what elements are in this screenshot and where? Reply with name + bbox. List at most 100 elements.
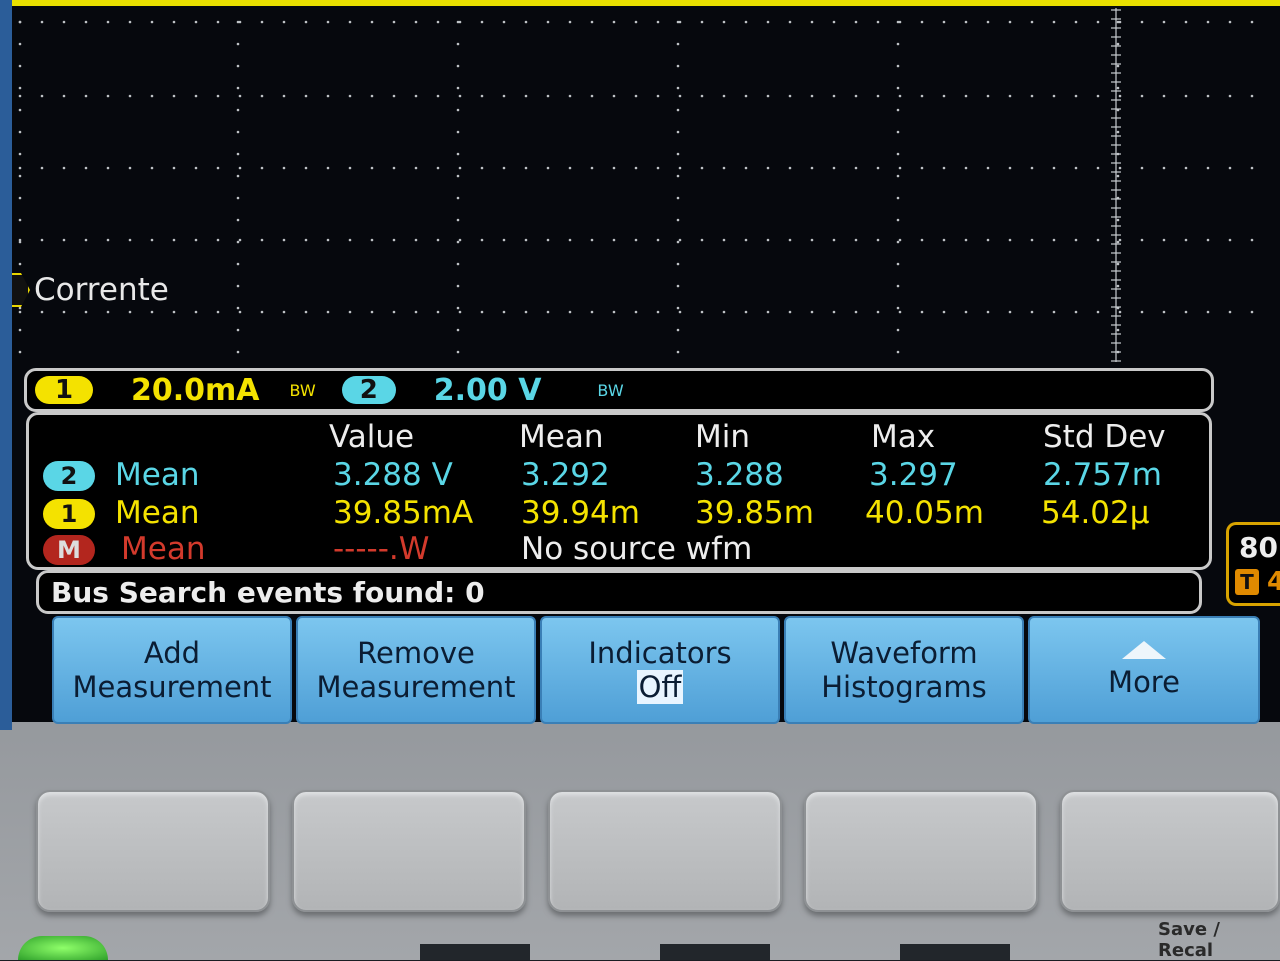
grid-dot — [568, 20, 572, 24]
grid-dot — [722, 20, 726, 24]
indicators-toggle-button[interactable]: Indicators Off — [540, 616, 780, 724]
grid-dot — [456, 42, 460, 46]
grid-dot — [854, 238, 858, 242]
bus-search-bar: Bus Search events found: 0 — [36, 570, 1202, 614]
channel-1-badge[interactable]: 1 — [35, 375, 93, 405]
grid-dot — [18, 20, 22, 24]
grid-dot — [1008, 94, 1012, 98]
grid-dot — [194, 310, 198, 314]
grid-dot — [456, 284, 460, 288]
grid-dot — [18, 64, 22, 68]
grid-dot — [896, 86, 900, 90]
grid-dot — [1116, 86, 1120, 90]
grid-dot — [18, 262, 22, 266]
row-1-max: 3.297 — [869, 457, 958, 493]
panel-slot — [900, 944, 1010, 960]
grid-dot — [18, 240, 22, 244]
grid-dot — [1030, 166, 1034, 170]
grid-dot — [502, 310, 506, 314]
grid-dot — [854, 310, 858, 314]
grid-dot — [1184, 310, 1188, 314]
grid-dot — [282, 238, 286, 242]
softkey-menu: Add Measurement Remove Measurement Indic… — [48, 616, 1260, 724]
grid-dot — [942, 310, 946, 314]
grid-dot — [1030, 310, 1034, 314]
grid-dot — [236, 64, 240, 68]
grid-dot — [1162, 310, 1166, 314]
grid-dot — [744, 94, 748, 98]
grid-dot — [18, 94, 22, 98]
channel-1-trace — [12, 0, 1280, 6]
grid-dot — [172, 20, 176, 24]
grid-dot — [128, 166, 132, 170]
grid-dot — [238, 94, 242, 98]
grid-dot — [612, 94, 616, 98]
grid-dot — [1118, 310, 1122, 314]
grid-dot — [590, 20, 594, 24]
grid-dot — [1162, 20, 1166, 24]
bezel-button-3[interactable] — [548, 790, 782, 912]
grid-dot — [634, 94, 638, 98]
channel-2-badge[interactable]: 2 — [341, 375, 396, 405]
bezel-button-2[interactable] — [292, 790, 526, 912]
bezel-button-5[interactable] — [1060, 790, 1280, 912]
grid-dot — [876, 310, 880, 314]
grid-dot — [986, 310, 990, 314]
grid-dot — [436, 238, 440, 242]
grid-dot — [676, 284, 680, 288]
grid-dot — [1162, 238, 1166, 242]
grid-dot — [18, 130, 22, 134]
grid-dot — [236, 328, 240, 332]
add-measurement-button[interactable]: Add Measurement — [52, 616, 292, 724]
grid-dot — [1030, 238, 1034, 242]
row-2-channel-badge: 1 — [43, 499, 95, 529]
grid-dot — [84, 166, 88, 170]
grid-dot — [832, 310, 836, 314]
grid-dot — [896, 108, 900, 112]
grid-dot — [236, 284, 240, 288]
grid-dot — [18, 174, 22, 178]
grid-dot — [612, 310, 616, 314]
grid-dot — [766, 238, 770, 242]
grid-dot — [456, 64, 460, 68]
grid-dot — [766, 20, 770, 24]
grid-dot — [744, 238, 748, 242]
grid-dot — [260, 310, 264, 314]
horizontal-readout[interactable]: 80. T 4 — [1226, 522, 1280, 606]
grid-dot — [128, 94, 132, 98]
grid-dot — [1052, 238, 1056, 242]
grid-dot — [62, 166, 66, 170]
grid-dot — [172, 166, 176, 170]
grid-dot — [676, 218, 680, 222]
grid-dot — [1074, 166, 1078, 170]
grid-dot — [414, 166, 418, 170]
panel-slot — [660, 944, 770, 960]
grid-dot — [1008, 20, 1012, 24]
grid-dot — [326, 238, 330, 242]
grid-dot — [766, 94, 770, 98]
more-button[interactable]: More — [1028, 616, 1260, 724]
bezel-button-4[interactable] — [804, 790, 1038, 912]
grid-dot — [1096, 166, 1100, 170]
grid-dot — [1228, 310, 1232, 314]
grid-dot — [722, 94, 726, 98]
waveform-histograms-button[interactable]: Waveform Histograms — [784, 616, 1024, 724]
grid-dot — [1206, 20, 1210, 24]
grid-dot — [458, 166, 462, 170]
header-max: Max — [871, 419, 936, 455]
bezel-button-1[interactable] — [36, 790, 270, 912]
grid-dot — [1140, 166, 1144, 170]
grid-dot — [942, 238, 946, 242]
grid-dot — [18, 350, 22, 354]
reference-waveform-label[interactable]: Corrente — [12, 272, 169, 308]
indicators-line1: Indicators — [588, 636, 732, 670]
grid-dot — [282, 94, 286, 98]
reference-marker-icon[interactable] — [12, 273, 30, 307]
grid-dot — [986, 20, 990, 24]
grid-dot — [282, 310, 286, 314]
channel-1-scale: 20.0mA — [131, 372, 260, 408]
remove-measurement-button[interactable]: Remove Measurement — [296, 616, 536, 724]
grid-dot — [964, 310, 968, 314]
grid-dot — [942, 166, 946, 170]
grid-dot — [524, 238, 528, 242]
